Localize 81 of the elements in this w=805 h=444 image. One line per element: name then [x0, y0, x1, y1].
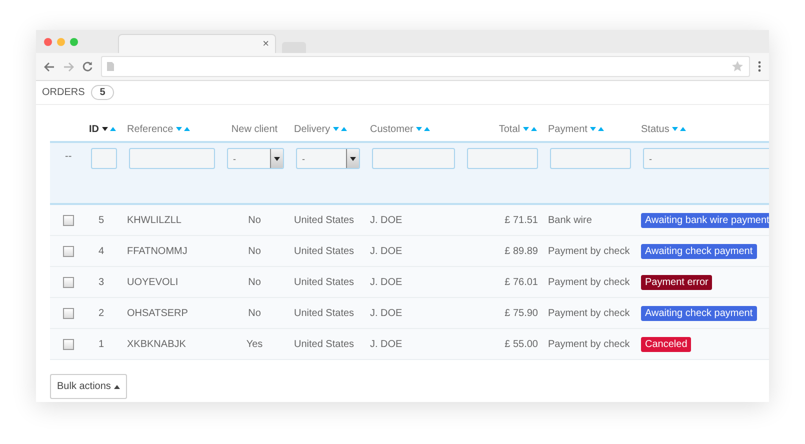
- delivery-cell-text: United States: [293, 276, 356, 288]
- sort-arrows-icon[interactable]: [102, 126, 117, 132]
- row-checkbox[interactable]: [63, 276, 74, 288]
- filter-select[interactable]: -: [296, 148, 360, 169]
- reference-cell-text: KHWLILZLL: [126, 214, 182, 226]
- new-client-cell-text: No: [247, 246, 262, 256]
- payment-cell-text: Payment by check: [547, 246, 631, 256]
- reference-cell-text: XKBKNABJK: [126, 338, 187, 350]
- filter-field[interactable]: -: [643, 148, 769, 169]
- new-client-cell-text: No: [247, 276, 262, 288]
- forward-icon[interactable]: [63, 62, 74, 72]
- reference-cell-text: UOYEVOLI: [126, 276, 180, 288]
- browser-tab[interactable]: ×: [118, 34, 276, 53]
- customer-cell-text: J. DOE: [369, 214, 404, 226]
- back-icon[interactable]: [44, 62, 55, 72]
- column-header[interactable]: Payment: [548, 124, 588, 134]
- filter-field[interactable]: [372, 148, 455, 169]
- maximize-dot[interactable]: [70, 38, 78, 46]
- column-header: New client: [231, 124, 278, 134]
- close-dot[interactable]: [44, 38, 52, 46]
- delivery-cell-text: United States: [293, 246, 356, 256]
- star-icon[interactable]: [732, 61, 743, 72]
- total-cell-text: £ 76.01: [504, 276, 539, 288]
- column-header[interactable]: Customer: [370, 124, 414, 134]
- column-header[interactable]: Status: [641, 124, 670, 134]
- row-checkbox[interactable]: [63, 338, 74, 350]
- id-cell-text: 3: [97, 276, 105, 288]
- row-checkbox[interactable]: [63, 308, 74, 318]
- reference-cell-text: OHSATSERP: [126, 308, 189, 318]
- status-label: Awaiting check payment: [641, 244, 757, 258]
- filter-field[interactable]: [467, 148, 538, 169]
- customer-cell-text: J. DOE: [369, 276, 404, 288]
- total-cell-text: £ 75.90: [504, 308, 539, 318]
- payment-cell-text: Payment by check: [547, 338, 631, 350]
- address-bar[interactable]: [101, 56, 750, 77]
- id-cell-text: 1: [97, 338, 105, 350]
- new-client-cell-text: No: [247, 214, 262, 226]
- column-header[interactable]: Delivery: [294, 124, 330, 134]
- payment-cell-text: Bank wire: [547, 214, 593, 226]
- caret-icon[interactable]: [346, 149, 359, 168]
- column-header[interactable]: ID: [89, 124, 99, 134]
- filter-field[interactable]: [550, 148, 631, 169]
- page-title: ORDERS: [42, 87, 85, 98]
- tab-close[interactable]: ×: [262, 38, 269, 50]
- new-client-cell-text: Yes: [245, 338, 264, 350]
- filter-field[interactable]: [129, 148, 215, 169]
- caret-icon: [114, 384, 120, 388]
- row-checkbox[interactable]: [63, 214, 74, 226]
- bulk-actions-button[interactable]: Bulk actions: [50, 374, 127, 399]
- page-icon: [107, 62, 114, 71]
- total-cell-text: £ 71.51: [504, 214, 539, 226]
- caret-icon[interactable]: [270, 149, 283, 168]
- delivery-cell-text: United States: [293, 338, 356, 350]
- customer-cell-text: J. DOE: [369, 246, 404, 256]
- total-cell-text: £ 89.89: [504, 246, 539, 256]
- id-cell-text: 5: [97, 214, 105, 226]
- column-header[interactable]: Total: [498, 124, 520, 134]
- filter-select[interactable]: -: [227, 148, 284, 169]
- id-cell-text: 4: [97, 246, 105, 256]
- delivery-cell-text: United States: [293, 308, 356, 318]
- total-cell-text: £ 55.00: [504, 338, 539, 350]
- filter-field[interactable]: [91, 148, 117, 169]
- status-label: Payment error: [641, 274, 712, 290]
- status-label: Awaiting check payment: [641, 306, 757, 320]
- reload-icon[interactable]: [82, 61, 93, 72]
- menu-icon[interactable]: [758, 61, 761, 72]
- id-cell-text: 2: [97, 308, 105, 318]
- filter-marker: --: [64, 150, 73, 162]
- customer-cell-text: J. DOE: [369, 308, 404, 318]
- payment-cell-text: Payment by check: [547, 276, 631, 288]
- status-label: Awaiting bank wire payment: [641, 212, 769, 228]
- delivery-cell-text: United States: [293, 214, 356, 226]
- status-label: Canceled: [641, 336, 692, 352]
- minimize-dot[interactable]: [57, 38, 65, 46]
- reference-cell-text: FFATNOMMJ: [126, 246, 188, 256]
- order-count: 5: [90, 85, 114, 100]
- row-checkbox[interactable]: [63, 246, 74, 256]
- payment-cell-text: Payment by check: [547, 308, 631, 318]
- column-header[interactable]: Reference: [127, 124, 174, 134]
- new-client-cell-text: No: [247, 308, 262, 318]
- customer-cell-text: J. DOE: [369, 338, 404, 350]
